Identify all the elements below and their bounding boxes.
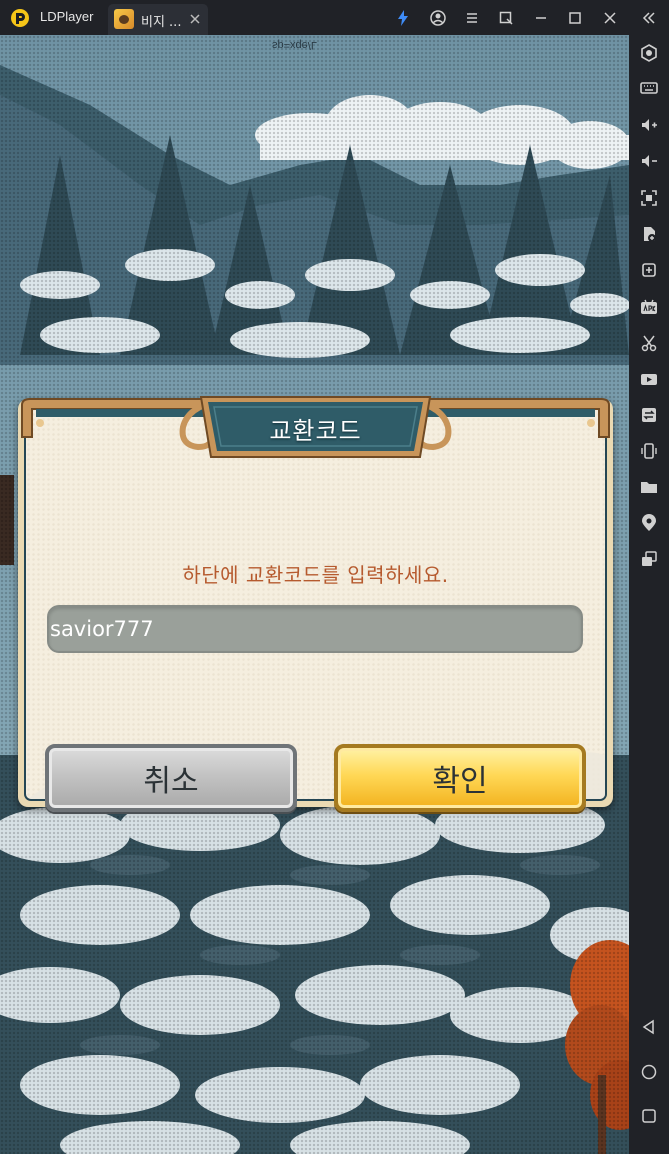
- confirm-button[interactable]: 확인: [334, 744, 586, 812]
- add-lock-icon[interactable]: [639, 224, 659, 244]
- dialog-title: 교환코드: [269, 417, 362, 445]
- record-video-icon[interactable]: [639, 369, 659, 389]
- game-screen[interactable]: sp=xqe/L 교환코드 하단에 교환코드를 입력하세요. savior777…: [0, 35, 629, 1154]
- collapse-sidebar-icon[interactable]: [640, 9, 658, 27]
- maximize-icon[interactable]: [566, 9, 584, 27]
- instruction-text: 하단에 교환코드를 입력하세요.: [182, 563, 449, 587]
- cancel-button[interactable]: 취소: [45, 744, 297, 812]
- menu-icon[interactable]: [463, 9, 481, 27]
- redeem-code-input[interactable]: [47, 605, 583, 653]
- confirm-button-label: 확인: [432, 764, 488, 799]
- game-tab[interactable]: 비지 ...: [108, 4, 208, 35]
- shake-icon[interactable]: [639, 441, 659, 461]
- close-icon[interactable]: [601, 9, 619, 27]
- folder-icon[interactable]: [639, 477, 659, 497]
- gamepad-settings-icon[interactable]: [639, 43, 659, 63]
- apk-install-icon[interactable]: [639, 297, 659, 317]
- back-icon[interactable]: [639, 1017, 659, 1037]
- recent-apps-icon[interactable]: [639, 1106, 659, 1126]
- scissors-icon[interactable]: [639, 333, 659, 353]
- mirrored-label: sp=xqe/L: [272, 39, 317, 51]
- ldplayer-logo-icon: [11, 9, 29, 27]
- multi-window-icon[interactable]: [639, 549, 659, 569]
- add-app-icon[interactable]: [639, 260, 659, 280]
- volume-down-icon[interactable]: [639, 151, 659, 171]
- account-icon[interactable]: [429, 9, 447, 27]
- emulator-sidebar: [629, 35, 669, 1154]
- screenshot-icon[interactable]: [639, 188, 659, 208]
- shrink-icon[interactable]: [497, 9, 515, 27]
- lightning-icon[interactable]: [394, 9, 412, 27]
- volume-up-icon[interactable]: [639, 115, 659, 135]
- app-name: LDPlayer: [40, 9, 94, 24]
- location-icon[interactable]: [639, 513, 659, 533]
- tab-label: 비지 ...: [141, 15, 182, 30]
- home-icon[interactable]: [639, 1062, 659, 1082]
- title-bar: LDPlayer 비지 ...: [0, 0, 669, 35]
- tab-close-icon[interactable]: [188, 12, 202, 26]
- redeem-code-dialog: 교환코드 하단에 교환코드를 입력하세요. 취소 확인: [18, 367, 613, 812]
- keyboard-icon[interactable]: [639, 78, 659, 98]
- game-tab-icon: [114, 9, 134, 29]
- sync-icon[interactable]: [639, 405, 659, 425]
- minimize-icon[interactable]: [532, 9, 550, 27]
- cancel-button-label: 취소: [143, 764, 199, 799]
